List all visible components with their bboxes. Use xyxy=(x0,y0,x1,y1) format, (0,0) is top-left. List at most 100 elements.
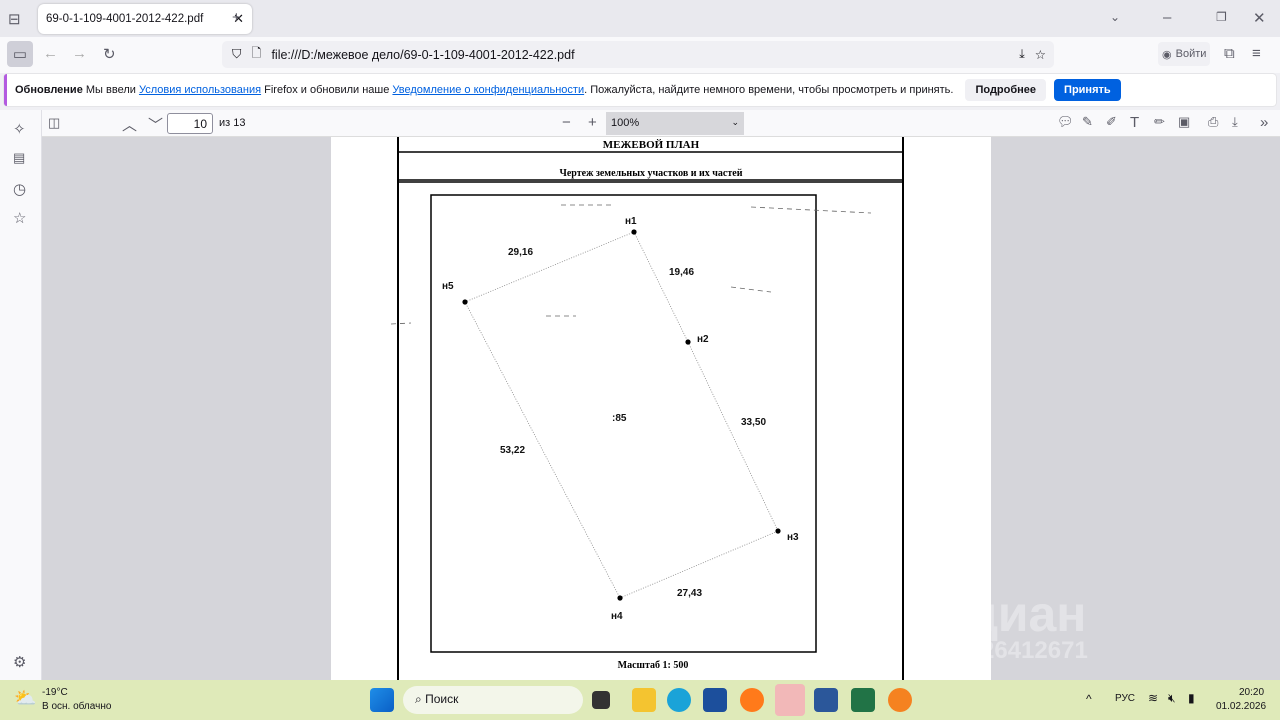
point-label: н2 xyxy=(697,334,709,345)
page-count: из 13 xyxy=(219,117,246,129)
settings-icon[interactable]: ⚙ xyxy=(13,653,26,671)
notice-text: Firefox и обновили наше xyxy=(264,84,390,96)
watermark-id: ID 326412671 xyxy=(937,637,1088,664)
download-icon[interactable]: ⤓ xyxy=(1232,114,1238,130)
taskbar: ⛅ -19°C В осн. облачно ⌕ Поиск ^ РУС ≋ 🔇… xyxy=(0,680,1280,720)
file-icon: 🗋 xyxy=(251,46,262,60)
close-window-button[interactable]: ✕ xyxy=(1253,9,1266,27)
parcel-number: :85 xyxy=(612,413,627,424)
yandex-browser-icon[interactable] xyxy=(775,684,805,716)
text-icon[interactable]: T xyxy=(1130,114,1139,131)
back-button[interactable]: ← xyxy=(43,45,58,62)
weather-desc[interactable]: В осн. облачно xyxy=(42,701,111,712)
forward-button[interactable]: → xyxy=(72,45,87,62)
doc-scale: Масштаб 1: 500 xyxy=(618,660,689,671)
mail-icon[interactable] xyxy=(888,688,912,712)
tab-title: 69-0-1-109-4001-2012-422.pdf xyxy=(46,13,204,25)
notice-text: . Пожалуйста, найдите немного времени, ч… xyxy=(584,84,954,96)
signin-label: Войти xyxy=(1175,48,1207,60)
search-icon: ⌕ xyxy=(415,692,426,706)
excel-icon[interactable] xyxy=(851,688,875,712)
previous-page-button[interactable]: ︿ xyxy=(122,114,137,135)
save-page-icon[interactable]: ⤓ xyxy=(1019,47,1025,62)
search-placeholder: Поиск xyxy=(425,692,459,706)
signature-icon[interactable]: ✎ xyxy=(1082,114,1093,130)
pdf-toolbar: ◫ ︿ ﹀ 10 из 13 − + 100% ⌄ 💬︎ ✎ ✐ T ✏ ▣ ⎙ … xyxy=(42,110,1280,137)
page-number-input[interactable]: 10 xyxy=(167,113,213,134)
more-tools-icon[interactable]: » xyxy=(1260,114,1268,131)
clock-date[interactable]: 01.02.2026 xyxy=(1216,701,1266,712)
menu-icon[interactable]: ≡ xyxy=(1252,45,1261,62)
browser-sidebar: ✧ ▤ ◷ ☆ ⚙ xyxy=(0,110,42,680)
point-label: н1 xyxy=(625,216,637,227)
zoom-out-button[interactable]: − xyxy=(562,114,571,131)
segment-length: 53,22 xyxy=(500,445,525,456)
pdf-page: МЕЖЕВОЙ ПЛАН Чертеж земельных участков и… xyxy=(331,137,991,680)
next-page-button[interactable]: ﹀ xyxy=(148,114,163,135)
pdf-sidebar-toggle-icon[interactable]: ◫ xyxy=(48,115,60,131)
segment-length: 19,46 xyxy=(669,267,694,278)
url-bar[interactable]: ⛉ 🗋 file:///D:/межевое дело/69-0-1-109-4… xyxy=(222,41,1054,68)
segment-length: 29,16 xyxy=(508,247,533,258)
word-icon[interactable] xyxy=(814,688,838,712)
print-icon[interactable]: ⎙ xyxy=(1208,114,1218,130)
draw-icon[interactable]: ✏ xyxy=(1154,114,1165,130)
shield-icon[interactable]: ⛉ xyxy=(232,47,241,62)
zoom-in-button[interactable]: + xyxy=(588,114,597,131)
bookmarks-icon[interactable]: ☆ xyxy=(13,209,26,227)
url-text[interactable]: file:///D:/межевое дело/69-0-1-109-4001-… xyxy=(271,48,574,62)
doc-title: Чертеж земельных участков и их частей xyxy=(560,168,743,179)
pdf-viewer[interactable]: МЕЖЕВОЙ ПЛАН Чертеж земельных участков и… xyxy=(42,137,1280,680)
point-label: н3 xyxy=(787,532,799,543)
update-notice: Обновление Мы ввели Условия использовани… xyxy=(4,74,1276,106)
new-tab-button[interactable]: + xyxy=(232,9,241,26)
account-icon: ◉ xyxy=(1162,48,1172,61)
search-box[interactable]: ⌕ Поиск xyxy=(403,686,583,714)
start-button[interactable] xyxy=(370,688,394,712)
zoom-select[interactable]: 100% ⌄ xyxy=(606,112,744,135)
language-indicator[interactable]: РУС xyxy=(1115,693,1135,704)
accept-button[interactable]: Принять xyxy=(1054,79,1121,101)
battery-icon[interactable]: ▮ xyxy=(1188,691,1195,705)
edge-icon[interactable] xyxy=(667,688,691,712)
segment-length: 27,43 xyxy=(677,588,702,599)
weather-temp[interactable]: -19°C xyxy=(42,687,68,698)
volume-muted-icon[interactable]: 🔇︎ xyxy=(1168,691,1176,706)
firefox-icon[interactable] xyxy=(740,688,764,712)
more-button[interactable]: Подробнее xyxy=(965,79,1047,101)
terms-link[interactable]: Условия использования xyxy=(139,84,261,96)
tab-active[interactable]: 69-0-1-109-4001-2012-422.pdf ✕ xyxy=(38,4,252,34)
reload-button[interactable]: ↻ xyxy=(103,45,116,63)
segment-length: 33,50 xyxy=(741,417,766,428)
history-icon[interactable]: ◷ xyxy=(13,180,26,198)
task-view-icon[interactable] xyxy=(592,691,610,709)
comment-icon[interactable]: 💬︎ xyxy=(1057,114,1074,130)
weather-cloud-icon[interactable]: ⛅ xyxy=(14,688,36,709)
wifi-icon[interactable]: ≋ xyxy=(1148,691,1158,705)
notice-title: Обновление xyxy=(15,84,83,96)
synced-tabs-icon[interactable]: ▤ xyxy=(13,150,25,166)
ai-sparkle-icon[interactable]: ✧ xyxy=(13,120,26,138)
clock-time[interactable]: 20:20 xyxy=(1239,687,1264,698)
image-icon[interactable]: ▣ xyxy=(1178,114,1190,130)
store-icon[interactable] xyxy=(703,688,727,712)
point-label: н4 xyxy=(611,611,623,622)
tray-chevron-icon[interactable]: ^ xyxy=(1086,692,1092,706)
bookmark-star-icon[interactable]: ☆ xyxy=(1035,47,1046,62)
highlight-icon[interactable]: ✐ xyxy=(1106,114,1117,130)
file-explorer-icon[interactable] xyxy=(632,688,656,712)
minimize-button[interactable]: – xyxy=(1163,9,1171,26)
point-label: н5 xyxy=(442,281,454,292)
signin-button[interactable]: ◉ Войти xyxy=(1158,42,1211,66)
notice-text: Мы ввели xyxy=(85,84,136,96)
tab-list-icon[interactable]: ⊟ xyxy=(8,10,21,28)
chevron-down-icon: ⌄ xyxy=(731,117,739,127)
boundary-plan-drawing: МЕЖЕВОЙ ПЛАН Чертеж земельных участков и… xyxy=(390,137,904,680)
extensions-icon[interactable]: ⧉ xyxy=(1224,45,1235,62)
maximize-button[interactable]: ❐ xyxy=(1216,10,1227,24)
doc-header: МЕЖЕВОЙ ПЛАН xyxy=(603,139,700,151)
privacy-link[interactable]: Уведомление о конфиденциальности xyxy=(392,84,584,96)
tab-bar: ⊟ 69-0-1-109-4001-2012-422.pdf ✕ + ⌄ – ❐… xyxy=(0,0,1280,37)
sidebar-toggle-icon[interactable]: ▭ xyxy=(7,41,33,67)
tab-overflow-icon[interactable]: ⌄ xyxy=(1110,10,1120,24)
